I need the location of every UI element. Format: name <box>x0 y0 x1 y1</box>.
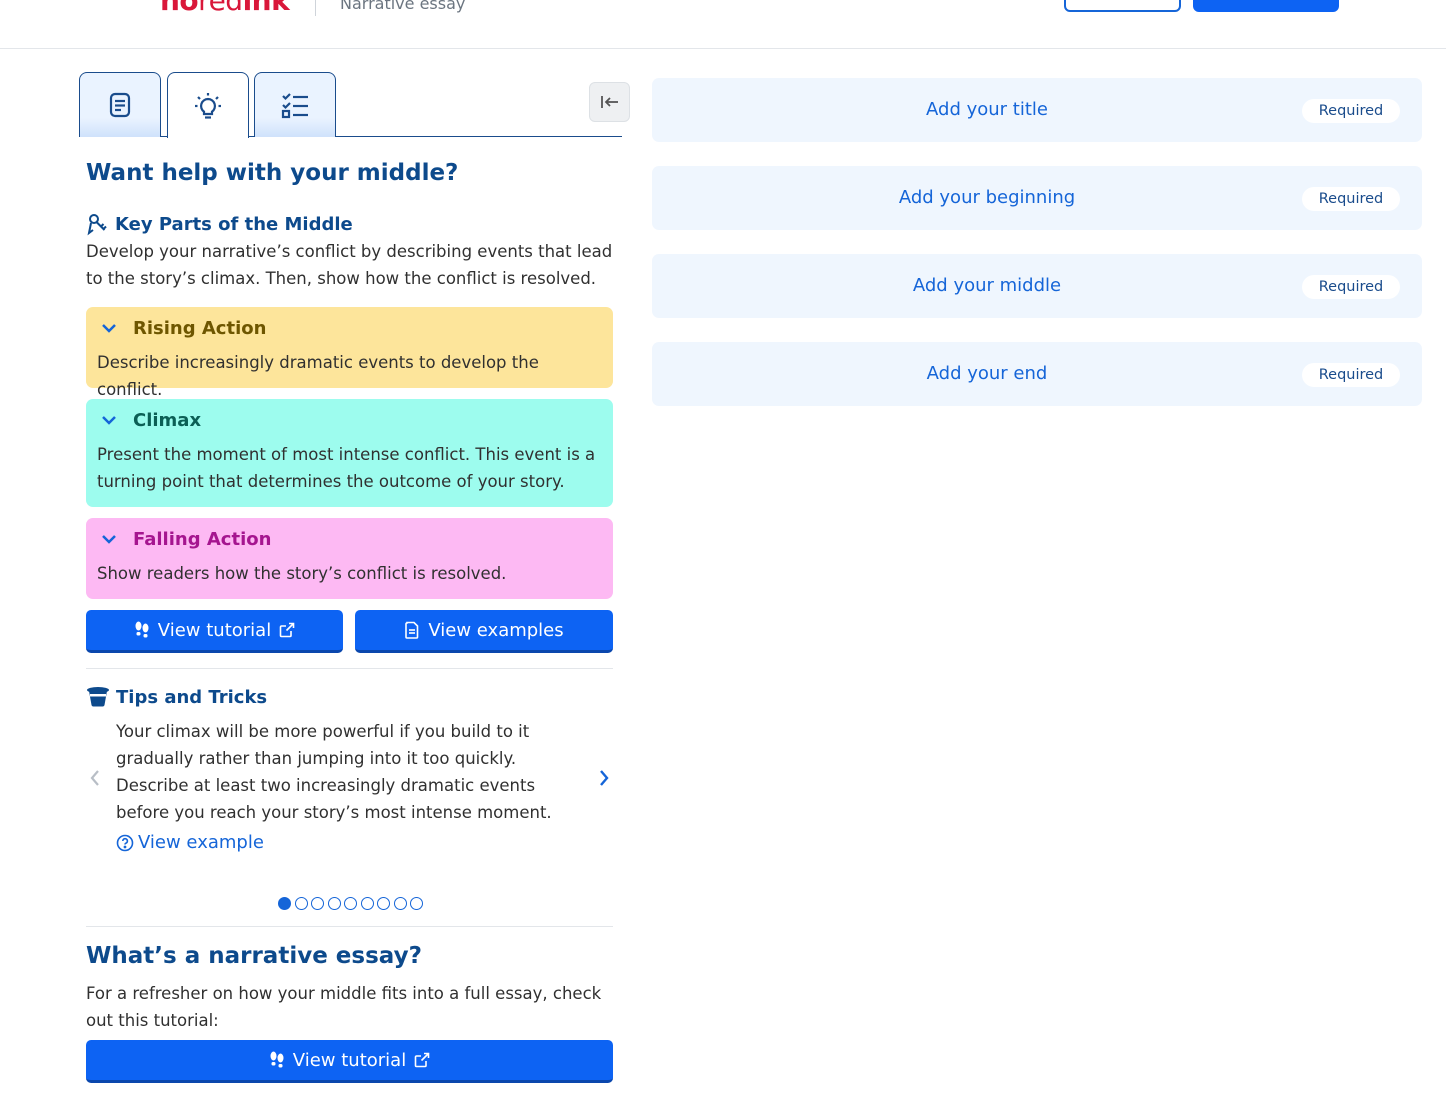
chevron-down-icon[interactable] <box>97 527 121 551</box>
pagination-dot[interactable] <box>360 897 374 910</box>
collapse-panel-button[interactable] <box>589 82 630 122</box>
divider <box>86 926 613 927</box>
external-link-icon <box>414 1052 430 1068</box>
pagination-dot[interactable] <box>278 897 291 910</box>
slot-label: Add your end <box>926 363 1048 384</box>
logo[interactable]: noredink <box>160 0 290 17</box>
tips-title: Tips and Tricks <box>86 686 267 708</box>
footsteps-icon <box>270 1051 284 1068</box>
document-icon <box>405 621 419 639</box>
app-header: noredink Narrative essay <box>0 0 1446 49</box>
pagination-dot[interactable] <box>327 897 341 910</box>
pagination-dot[interactable] <box>377 897 390 910</box>
header-primary-button[interactable] <box>1193 0 1339 12</box>
required-badge: Required <box>1302 275 1400 299</box>
header-secondary-button[interactable] <box>1064 0 1181 12</box>
key-parts-description: Develop your narrative’s conflict by des… <box>86 242 613 288</box>
help-circle-icon <box>116 834 134 851</box>
card-body: Show readers how the story’s conflict is… <box>97 564 507 583</box>
previous-tip-button[interactable] <box>85 766 105 790</box>
tab-checklist[interactable] <box>254 72 336 137</box>
pagination-dot[interactable] <box>410 897 423 910</box>
checklist-icon <box>281 93 308 119</box>
tab-ideas[interactable] <box>167 72 249 138</box>
external-link-icon <box>279 622 295 638</box>
card-climax[interactable]: Climax Present the moment of most intens… <box>86 399 613 507</box>
card-title: Climax <box>133 409 202 431</box>
card-rising-action[interactable]: Rising Action Describe increasingly dram… <box>86 307 613 399</box>
narrative-heading: What’s a narrative essay? <box>86 943 422 969</box>
collapse-left-icon <box>600 96 618 108</box>
chevron-down-icon[interactable] <box>97 408 121 432</box>
outline-slot-middle[interactable]: Add your middle Required <box>652 254 1422 318</box>
chevron-down-icon[interactable] <box>97 316 121 340</box>
tip-text: Your climax will be more powerful if you… <box>116 722 552 822</box>
divider <box>86 668 613 669</box>
view-examples-button[interactable]: View examples <box>355 610 613 653</box>
card-title: Rising Action <box>133 317 267 339</box>
outline-slot-end[interactable]: Add your end Required <box>652 342 1422 406</box>
card-falling-action[interactable]: Falling Action Show readers how the stor… <box>86 518 613 599</box>
slot-label: Add your title <box>926 99 1048 120</box>
required-badge: Required <box>1302 363 1400 387</box>
outline-slot-title[interactable]: Add your title Required <box>652 78 1422 142</box>
view-example-link[interactable]: View example <box>116 832 264 853</box>
tab-document[interactable] <box>79 72 161 137</box>
lightbulb-icon <box>195 92 221 119</box>
slot-label: Add your beginning <box>898 187 1076 208</box>
footsteps-icon <box>135 621 149 638</box>
pagination-dot[interactable] <box>311 897 324 910</box>
card-body: Describe increasingly dramatic events to… <box>97 353 539 399</box>
pagination-dot[interactable] <box>344 897 357 910</box>
panel-heading: Want help with your middle? <box>86 160 459 186</box>
outline-slot-beginning[interactable]: Add your beginning Required <box>652 166 1422 230</box>
narrative-tutorial-button[interactable]: View tutorial <box>86 1040 613 1083</box>
narrative-description: For a refresher on how your middle fits … <box>86 984 602 1030</box>
chevron-right-icon <box>600 770 609 786</box>
document-icon <box>109 92 131 118</box>
document-type-label: Narrative essay <box>340 0 466 13</box>
next-tip-button[interactable] <box>594 766 614 790</box>
card-title: Falling Action <box>133 528 272 550</box>
chevron-left-icon <box>90 770 99 786</box>
required-badge: Required <box>1302 187 1400 211</box>
slot-label: Add your middle <box>912 275 1062 296</box>
pagination-dot[interactable] <box>294 897 308 910</box>
view-tutorial-button[interactable]: View tutorial <box>86 610 343 653</box>
magic-hat-icon <box>87 687 109 707</box>
required-badge: Required <box>1302 99 1400 123</box>
pagination-dot[interactable] <box>393 897 407 910</box>
panel-tabs <box>79 72 622 138</box>
key-parts-title: Key Parts of the Middle <box>86 212 353 236</box>
key-parts-icon <box>87 214 107 236</box>
card-body: Present the moment of most intense confl… <box>97 445 596 491</box>
header-divider <box>315 0 316 16</box>
tip-pagination <box>278 897 423 910</box>
